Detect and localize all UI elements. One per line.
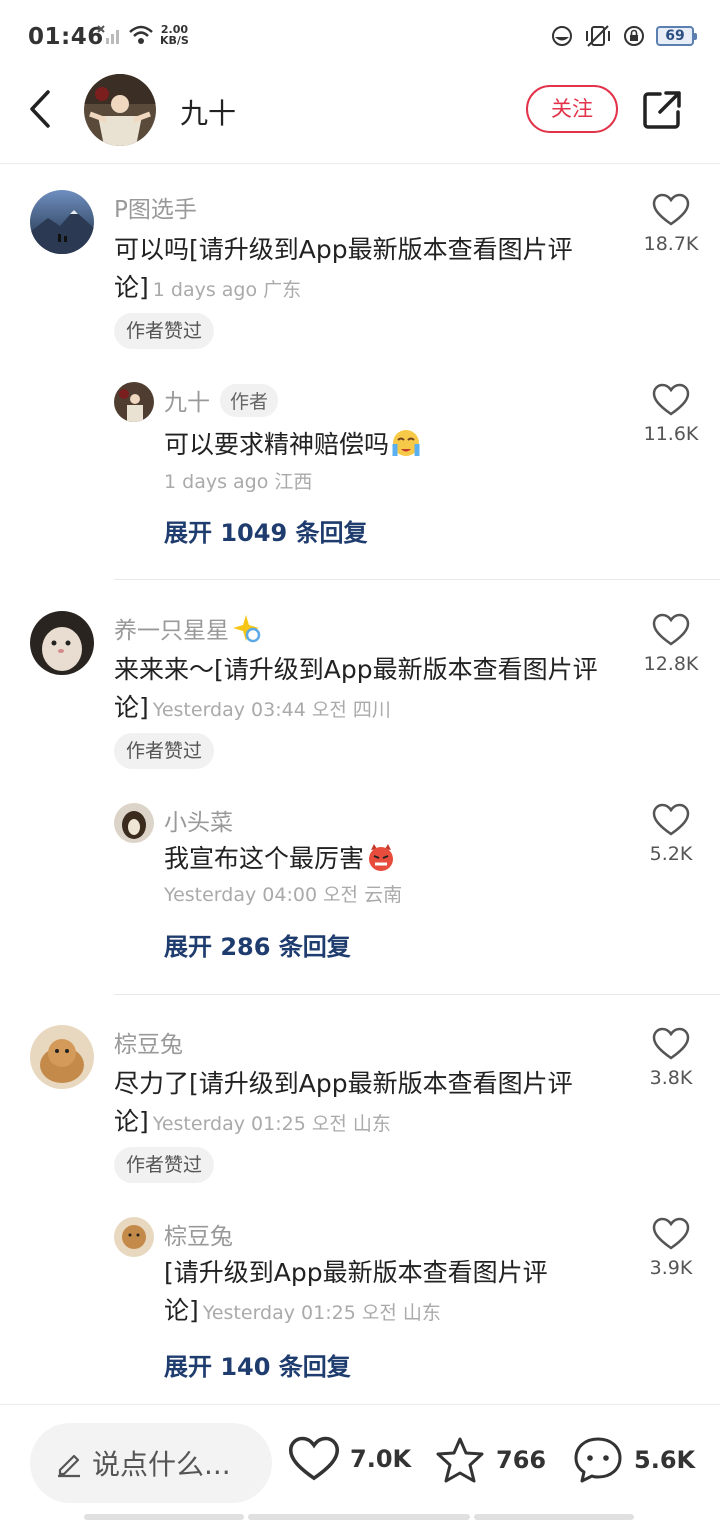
like-button[interactable]: 18.7K [640, 193, 702, 255]
crying-emoji-icon [392, 430, 420, 456]
comment-thread: P图选手 可以吗[请升级到App最新版本查看图片评论] 1 days ago 广东… [0, 165, 720, 581]
comment-button[interactable]: 5.6K [572, 1435, 695, 1485]
avatar[interactable] [30, 1025, 94, 1089]
heart-icon [652, 1217, 690, 1250]
comment-thread: 棕豆兔 尽力了[请升级到App最新版本查看图片评论] Yesterday 01:2… [0, 995, 720, 1404]
wifi-icon [129, 25, 153, 44]
home-indicator [248, 1514, 470, 1520]
status-bar: 01:46 2.00 KB/S 69 [0, 0, 720, 72]
like-button[interactable]: 3.8K [640, 1027, 702, 1089]
avatar[interactable] [114, 803, 154, 843]
battery-icon: 69 [656, 26, 697, 46]
net-speed: 2.00 KB/S [160, 23, 189, 47]
comment-username[interactable]: P图选手 [114, 190, 197, 224]
home-indicator [84, 1514, 244, 1520]
heart-icon [652, 383, 690, 416]
reply-meta: Yesterday 01:25 오전 山东 [202, 1302, 441, 1324]
like-total: 7.0K [350, 1445, 412, 1473]
comment-text[interactable]: 尽力了[请升级到App最新版本查看图片评论] Yesterday 01:25 오전… [114, 1065, 614, 1143]
angry-devil-emoji-icon [369, 844, 394, 871]
reply-text[interactable]: 可以要求精神赔偿吗 [164, 426, 614, 464]
comment-meta: 1 days ago 广东 [152, 279, 302, 301]
heart-icon [652, 803, 690, 836]
comment-total: 5.6K [634, 1446, 696, 1474]
share-button[interactable] [640, 88, 684, 132]
comment-bubble-icon [574, 1437, 622, 1483]
avatar[interactable] [114, 1217, 154, 1257]
heart-icon [652, 193, 690, 226]
home-indicator [474, 1514, 634, 1520]
comment-thread: 养一只星星 来来来～[请升级到App最新版本查看图片评论] Yesterday 0… [0, 581, 720, 995]
comment-text[interactable]: 来来来～[请升级到App最新版本查看图片评论] Yesterday 03:44 오… [114, 651, 614, 729]
expand-replies-link[interactable]: 展开 286 条回复 [164, 927, 351, 962]
author-badge: 作者 [220, 383, 279, 417]
reply-username[interactable]: 小头菜 [164, 803, 233, 837]
expand-replies-link[interactable]: 展开 140 条回复 [164, 1347, 351, 1382]
status-left-icons: 2.00 KB/S [96, 24, 189, 46]
pencil-icon [58, 1454, 80, 1478]
heart-icon [288, 1436, 340, 1481]
author-liked-badge: 作者赞过 [114, 733, 215, 769]
like-button[interactable]: 12.8K [640, 613, 702, 675]
like-count: 12.8K [643, 653, 699, 675]
comment-username[interactable]: 养一只星星 [114, 611, 261, 645]
like-count: 18.7K [643, 233, 699, 255]
reply-text[interactable]: [请升级到App最新版本查看图片评论] Yesterday 01:25 오전 山东 [164, 1254, 614, 1332]
comment-meta: Yesterday 01:25 오전 山东 [152, 1113, 391, 1135]
follow-button[interactable]: 关注 [526, 85, 618, 133]
status-time: 01:46 [28, 24, 104, 50]
star-icon [436, 1437, 484, 1483]
back-button[interactable] [22, 88, 62, 130]
comment-username[interactable]: 棕豆兔 [114, 1025, 183, 1059]
author-liked-badge: 作者赞过 [114, 313, 215, 349]
avatar[interactable] [30, 611, 94, 675]
like-count: 3.8K [649, 1067, 693, 1089]
heart-icon [652, 1027, 690, 1060]
reply-text[interactable]: 我宣布这个最厉害 [164, 840, 614, 878]
avatar[interactable] [30, 190, 94, 254]
header: 九十 关注 [0, 72, 720, 164]
like-button[interactable]: 11.6K [640, 383, 702, 445]
comment-input-placeholder: 说点什么... [92, 1448, 231, 1481]
author-liked-badge: 作者赞过 [114, 1147, 215, 1183]
heart-icon [652, 613, 690, 646]
like-count: 11.6K [643, 423, 699, 445]
data-saver-icon [552, 26, 572, 46]
sparkle-star-emoji-icon [233, 615, 261, 643]
reply-meta: 1 days ago 江西 [164, 471, 313, 493]
like-count: 5.2K [649, 843, 693, 865]
like-button[interactable]: 3.9K [640, 1217, 702, 1279]
comment-meta: Yesterday 03:44 오전 四川 [152, 699, 391, 721]
reply-username[interactable]: 九十 作者 [164, 383, 279, 417]
like-count: 3.9K [649, 1257, 693, 1279]
avatar[interactable] [84, 74, 156, 146]
expand-replies-link[interactable]: 展开 1049 条回复 [164, 513, 368, 548]
like-post-button[interactable]: 7.0K [288, 1435, 411, 1483]
reply-username[interactable]: 棕豆兔 [164, 1217, 233, 1251]
avatar[interactable] [114, 382, 154, 422]
page-title: 九十 [180, 97, 237, 130]
signal-icon [97, 25, 119, 44]
comment-input[interactable]: 说点什么... [30, 1423, 272, 1503]
divider [114, 579, 720, 580]
status-right-icons: 69 [550, 24, 697, 48]
bottom-action-bar: 说点什么... 7.0K 766 5.6K [0, 1404, 720, 1520]
rotation-lock-icon [624, 26, 644, 46]
favorite-button[interactable]: 766 [434, 1435, 546, 1485]
reply-meta: Yesterday 04:00 오전 云南 [164, 884, 403, 906]
vibrate-mute-icon [586, 25, 610, 47]
like-button[interactable]: 5.2K [640, 803, 702, 865]
comment-text[interactable]: 可以吗[请升级到App最新版本查看图片评论] 1 days ago 广东 [114, 231, 614, 309]
favorite-total: 766 [496, 1446, 547, 1474]
